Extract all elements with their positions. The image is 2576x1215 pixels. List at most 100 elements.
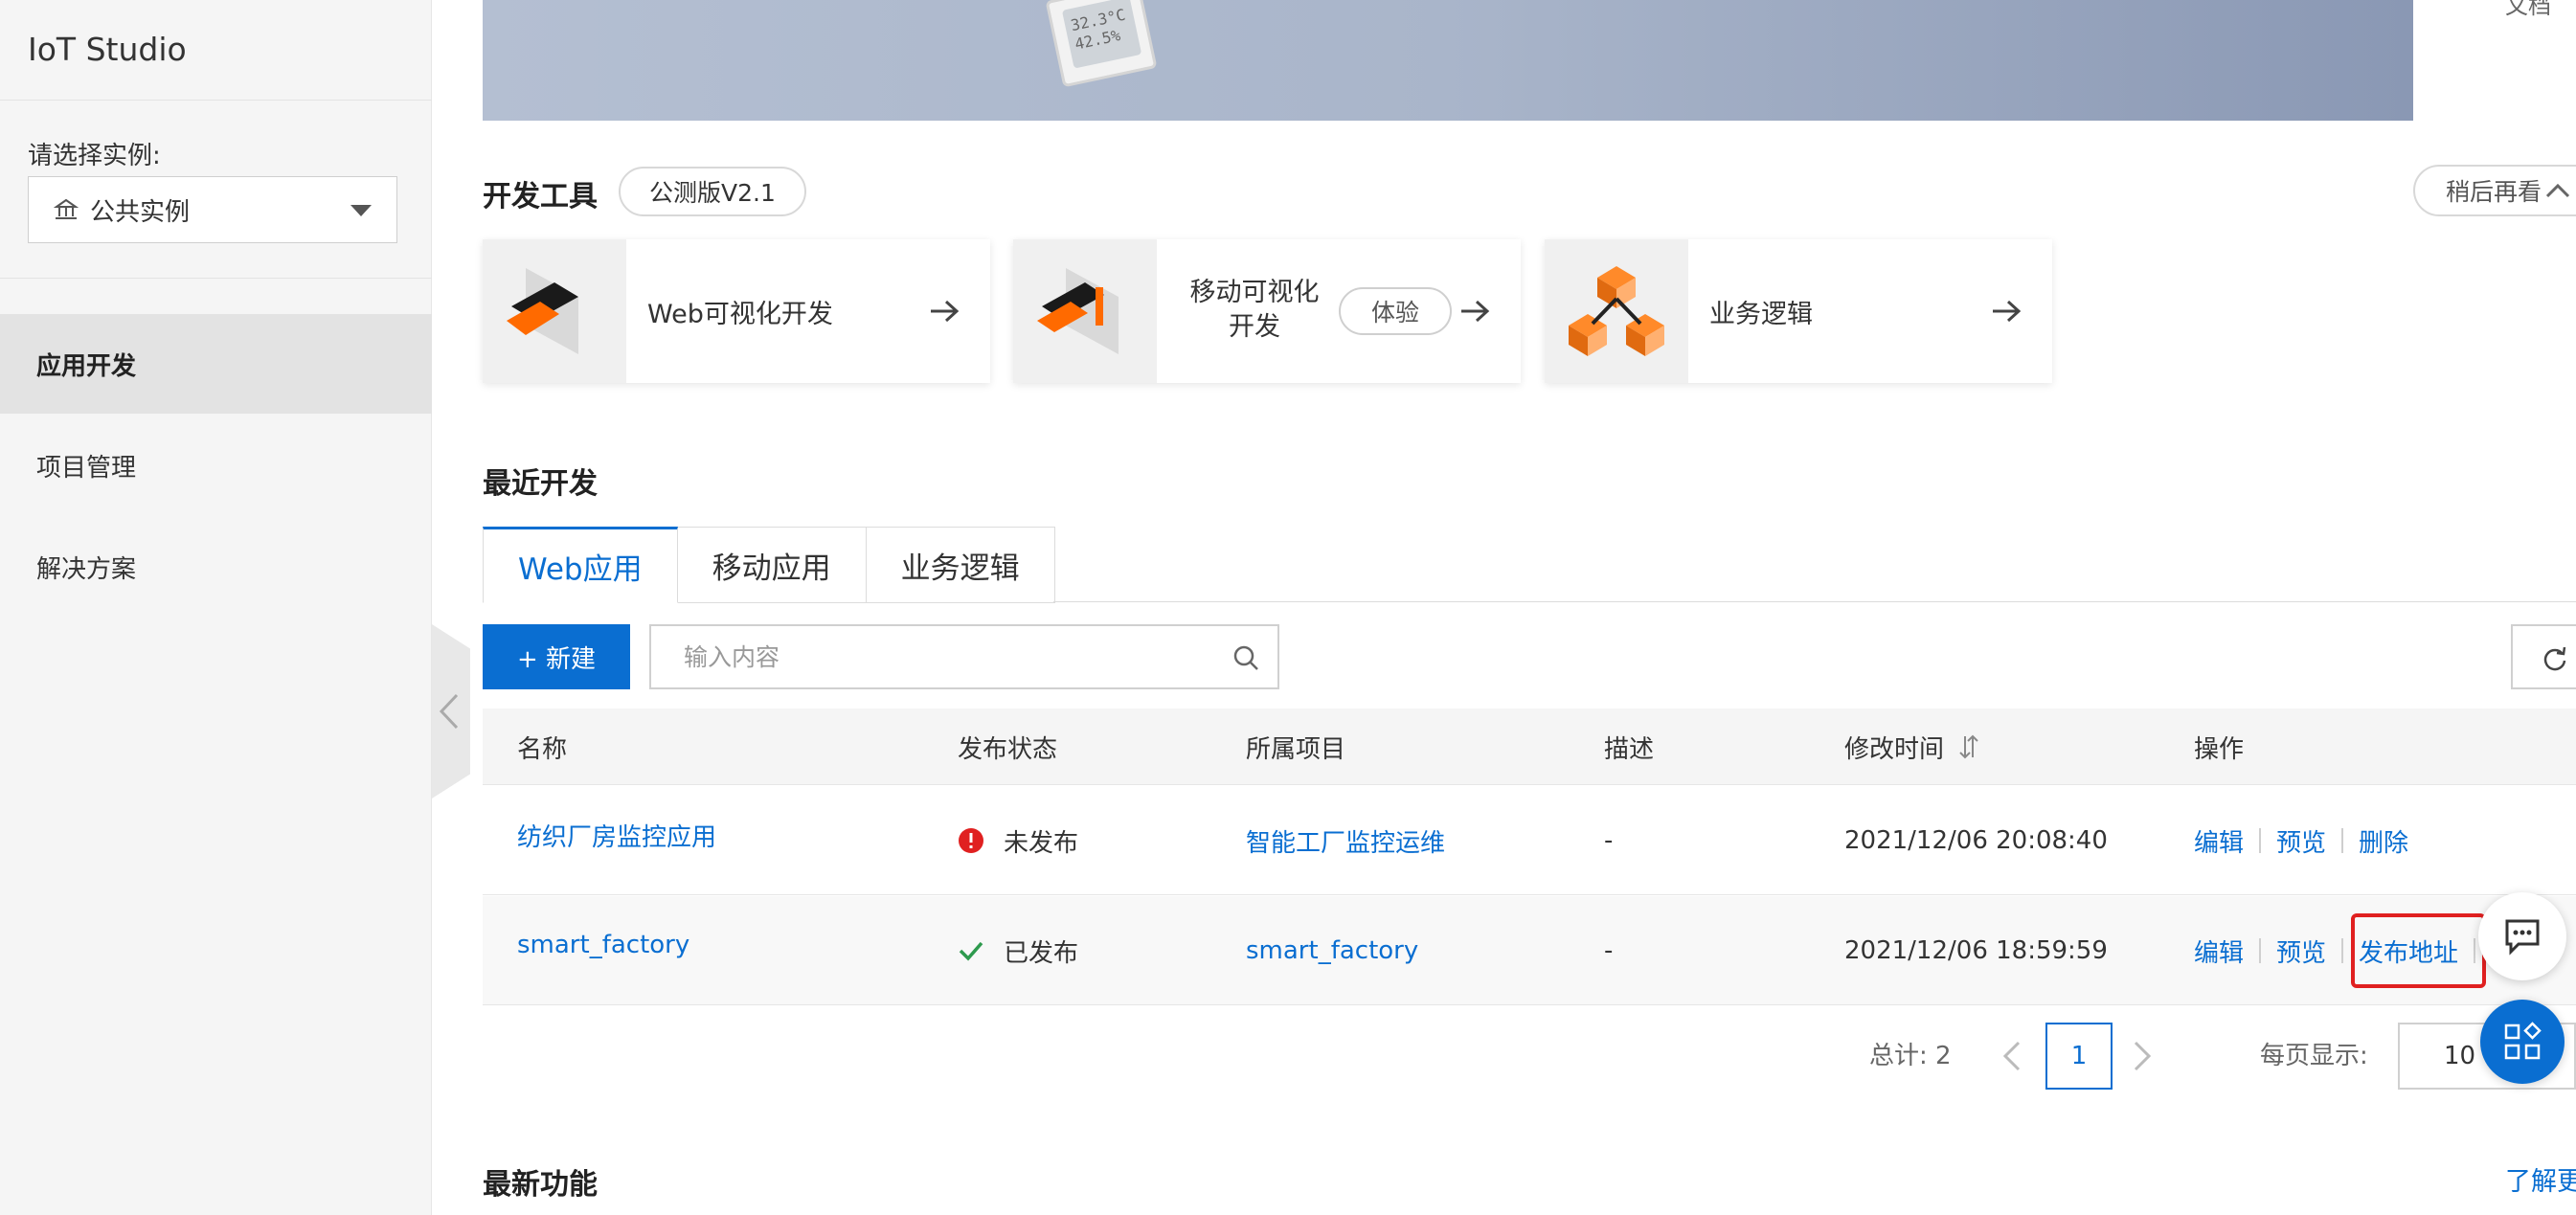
column-header-description: 描述 [1604, 734, 1655, 764]
sidebar-divider [0, 278, 432, 279]
sidebar-item-label: 应用开发 [36, 351, 137, 381]
new-app-button[interactable]: + 新建 [483, 624, 630, 689]
table-row: 纺织厂房监控应用 未发布 智能工厂监控运维 - 2021/12/06 20:08… [483, 786, 2576, 895]
page-size-label: 每页显示: [2260, 1042, 2368, 1070]
apps-grid-icon [2504, 1022, 2542, 1060]
refresh-button[interactable] [2511, 624, 2576, 689]
arrow-right-icon [1461, 300, 1490, 323]
promo-banner[interactable]: 32.3°C 42.5% [483, 0, 2413, 121]
instance-select-value: 公共实例 [90, 197, 191, 227]
sidebar-item-projects[interactable]: 项目管理 [0, 416, 432, 515]
view-later-button[interactable]: 稍后再看 [2413, 165, 2576, 216]
edit-link[interactable]: 编辑 [2194, 934, 2244, 969]
chevron-left-icon[interactable] [2001, 1040, 2022, 1072]
sort-icon[interactable] [1957, 733, 1980, 760]
bank-icon [54, 198, 79, 219]
recent-dev-title: 最近开发 [483, 467, 598, 501]
column-header-label: 修改时间 [1844, 734, 1945, 764]
trial-badge[interactable]: 体验 [1339, 287, 1452, 335]
separator [2341, 938, 2344, 963]
description-cell: - [1604, 936, 1614, 965]
status-text: 已发布 [1004, 938, 1079, 968]
pagination-page[interactable]: 1 [2045, 1023, 2113, 1090]
web-visual-thumbnail [483, 239, 626, 383]
business-logic-icon [1569, 266, 1664, 356]
tool-card-web-visual[interactable]: Web可视化开发 [483, 239, 990, 383]
separator [2259, 938, 2262, 963]
mobile-visual-thumbnail [1013, 239, 1157, 383]
search-box [649, 624, 1279, 689]
tool-card-label: Web可视化开发 [647, 299, 833, 329]
app-name-link[interactable]: 纺织厂房监控应用 [517, 780, 716, 889]
column-header-modified[interactable]: 修改时间 [1844, 709, 1980, 785]
preview-link[interactable]: 预览 [2276, 934, 2326, 969]
business-logic-thumbnail [1545, 239, 1688, 383]
chevron-right-icon[interactable] [2132, 1040, 2153, 1072]
preview-link[interactable]: 预览 [2276, 823, 2326, 859]
sidebar: IoT Studio 请选择实例: 公共实例 应用开发 项目管理 解决方案 [0, 0, 432, 1215]
view-later-label: 稍后再看 [2446, 178, 2542, 206]
search-icon[interactable] [1232, 643, 1260, 672]
tool-card-business-logic[interactable]: 业务逻辑 [1545, 239, 2052, 383]
arrow-right-icon [1993, 300, 2022, 323]
tool-card-label: 移动可视化开发 [1189, 278, 1320, 342]
actions-cell: 编辑 预览 删除 [2194, 786, 2408, 895]
sidebar-item-app-dev[interactable]: 应用开发 [0, 314, 432, 414]
tool-card-mobile-visual[interactable]: 移动可视化开发 体验 [1013, 239, 1521, 383]
tabs-divider [1053, 601, 2576, 602]
sidebar-collapse-handle[interactable] [432, 624, 470, 799]
check-icon [959, 941, 983, 961]
instance-label: 请选择实例: [28, 142, 161, 170]
instance-select[interactable]: 公共实例 [28, 176, 397, 243]
project-name: 智能工厂监控运维 [1246, 828, 1446, 858]
chevron-down-icon [350, 205, 372, 216]
banner-side: 文档 [2413, 0, 2576, 121]
chat-icon [2505, 919, 2540, 956]
tab-mobile-apps[interactable]: 移动应用 [677, 527, 867, 603]
page-size-value: 10 [2444, 1042, 2476, 1070]
column-header-actions: 操作 [2194, 734, 2245, 764]
project-link[interactable]: smart_factory [1246, 896, 1418, 1005]
sidebar-item-label: 解决方案 [36, 554, 137, 584]
app-name: 纺织厂房监控应用 [517, 822, 717, 852]
status-cell: 已发布 [958, 896, 1078, 1005]
docs-link-partial[interactable]: 文档 [2505, 0, 2551, 20]
learn-more-link[interactable]: 了解更多 [2505, 1160, 2576, 1198]
new-features-title: 最新功能 [483, 1168, 598, 1202]
column-header-status: 发布状态 [958, 734, 1058, 764]
app-name-link[interactable]: smart_factory [517, 890, 689, 1000]
delete-link[interactable]: 删除 [2359, 823, 2408, 859]
separator [2259, 828, 2262, 853]
tab-business-logic[interactable]: 业务逻辑 [866, 527, 1055, 603]
project-name: smart_factory [1246, 936, 1419, 965]
dev-tools-title: 开发工具 [483, 180, 598, 214]
separator [2341, 828, 2344, 853]
tab-web-apps[interactable]: Web应用 [483, 527, 678, 603]
edit-link[interactable]: 编辑 [2194, 823, 2244, 859]
status-text: 未发布 [1004, 828, 1079, 858]
pagination-total: 总计: 2 [1869, 1042, 1952, 1070]
app-name: smart_factory [517, 931, 690, 959]
web-visual-icon [507, 268, 578, 354]
tab-label: Web应用 [518, 551, 643, 587]
chevron-up-icon [2545, 183, 2570, 198]
tool-card-label: 业务逻辑 [1709, 299, 1813, 329]
sidebar-item-solutions[interactable]: 解决方案 [0, 517, 432, 617]
version-badge: 公测版V2.1 [619, 167, 806, 216]
sensor-device-image: 32.3°C 42.5% [1045, 0, 1158, 88]
mobile-visual-icon [1037, 268, 1119, 354]
chat-button[interactable] [2478, 892, 2566, 980]
device-display: 32.3°C 42.5% [1061, 0, 1142, 69]
tab-label: 业务逻辑 [900, 551, 1020, 586]
highlight-annotation [2351, 913, 2486, 988]
error-icon [959, 828, 983, 853]
table-row: smart_factory 已发布 smart_factory - 2021/1… [483, 896, 2576, 1005]
project-link[interactable]: 智能工厂监控运维 [1246, 786, 1445, 895]
status-cell: 未发布 [958, 786, 1078, 895]
search-input[interactable] [651, 626, 1216, 687]
apps-button[interactable] [2480, 1000, 2565, 1084]
app-type-tabs: Web应用 移动应用 业务逻辑 [483, 527, 1055, 603]
sidebar-divider [0, 100, 432, 101]
sidebar-item-label: 项目管理 [36, 453, 137, 483]
modified-time: 2021/12/06 20:08:40 [1844, 826, 2108, 855]
